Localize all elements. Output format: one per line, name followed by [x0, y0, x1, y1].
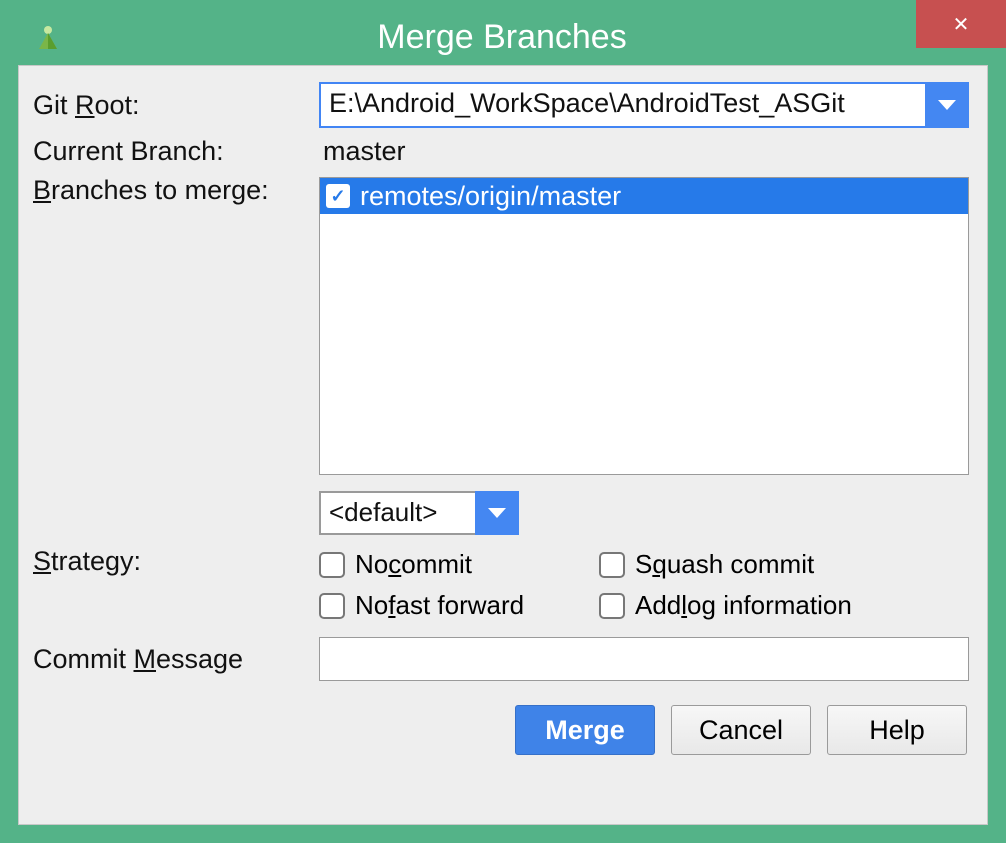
label-text: oot: — [95, 90, 140, 120]
strategy-label: Strategy: — [29, 546, 319, 577]
close-button[interactable]: ✕ — [916, 0, 1006, 48]
merge-button[interactable]: Merge — [515, 705, 655, 755]
chevron-down-icon — [938, 100, 956, 110]
label-text: essage — [156, 644, 243, 674]
git-root-dropdown-button[interactable] — [925, 82, 969, 128]
dialog-content: Git Root: E:\Android_WorkSpace\AndroidTe… — [18, 65, 988, 825]
strategy-combo[interactable]: <default> — [319, 491, 519, 535]
branch-item-label: remotes/origin/master — [360, 181, 621, 212]
label-mnemonic: B — [33, 175, 51, 205]
label-mnemonic: f — [388, 590, 395, 621]
strategy-dropdown-button[interactable] — [475, 491, 519, 535]
label-text: No — [355, 549, 388, 580]
commit-message-label: Commit Message — [29, 644, 319, 675]
help-button[interactable]: Help — [827, 705, 967, 755]
no-commit-checkbox[interactable]: No commit — [319, 549, 599, 580]
add-log-information-checkbox[interactable]: Add log information — [599, 590, 919, 621]
no-fast-forward-checkbox[interactable]: No fast forward — [319, 590, 599, 621]
label-text: Git — [33, 90, 75, 120]
titlebar: Merge Branches — [10, 10, 996, 65]
label-text: Commit — [33, 644, 134, 674]
merge-options: No commit Squash commit No fast forward … — [319, 549, 977, 621]
checkbox-box — [599, 593, 625, 619]
label-mnemonic: q — [652, 549, 666, 580]
label-mnemonic: R — [75, 90, 95, 120]
dialog-title: Merge Branches — [8, 18, 996, 57]
squash-commit-checkbox[interactable]: Squash commit — [599, 549, 919, 580]
git-root-label: Git Root: — [29, 90, 319, 121]
label-mnemonic: S — [33, 546, 51, 576]
checkbox-box — [599, 552, 625, 578]
current-branch-value: master — [319, 134, 977, 169]
label-text: S — [635, 549, 652, 580]
checkbox-box — [319, 593, 345, 619]
git-root-value: E:\Android_WorkSpace\AndroidTest_ASGit — [319, 82, 925, 128]
label-text: og information — [687, 590, 852, 621]
label-text: ast forward — [395, 590, 524, 621]
cancel-button[interactable]: Cancel — [671, 705, 811, 755]
label-text: ranches to merge: — [51, 175, 269, 205]
current-branch-label: Current Branch: — [29, 136, 319, 167]
label-text: No — [355, 590, 388, 621]
chevron-down-icon — [488, 508, 506, 518]
branch-item-checkbox[interactable]: ✓ — [326, 184, 350, 208]
commit-message-input[interactable] — [319, 637, 969, 681]
label-text: trategy: — [51, 546, 141, 576]
label-text: Add — [635, 590, 681, 621]
label-text: ommit — [401, 549, 472, 580]
close-icon: ✕ — [953, 12, 970, 37]
branches-to-merge-label: Branches to merge: — [29, 175, 319, 206]
label-mnemonic: c — [388, 549, 401, 580]
git-root-combo[interactable]: E:\Android_WorkSpace\AndroidTest_ASGit — [319, 82, 969, 128]
dialog-buttons: Merge Cancel Help — [29, 705, 977, 755]
strategy-value: <default> — [319, 491, 475, 535]
label-text: uash commit — [667, 549, 814, 580]
dialog-window: Merge Branches ✕ Git Root: E:\Android_Wo… — [0, 0, 1006, 843]
label-mnemonic: M — [134, 644, 157, 674]
branches-listbox[interactable]: ✓ remotes/origin/master — [319, 177, 969, 475]
checkbox-box — [319, 552, 345, 578]
branch-list-item[interactable]: ✓ remotes/origin/master — [320, 178, 968, 214]
